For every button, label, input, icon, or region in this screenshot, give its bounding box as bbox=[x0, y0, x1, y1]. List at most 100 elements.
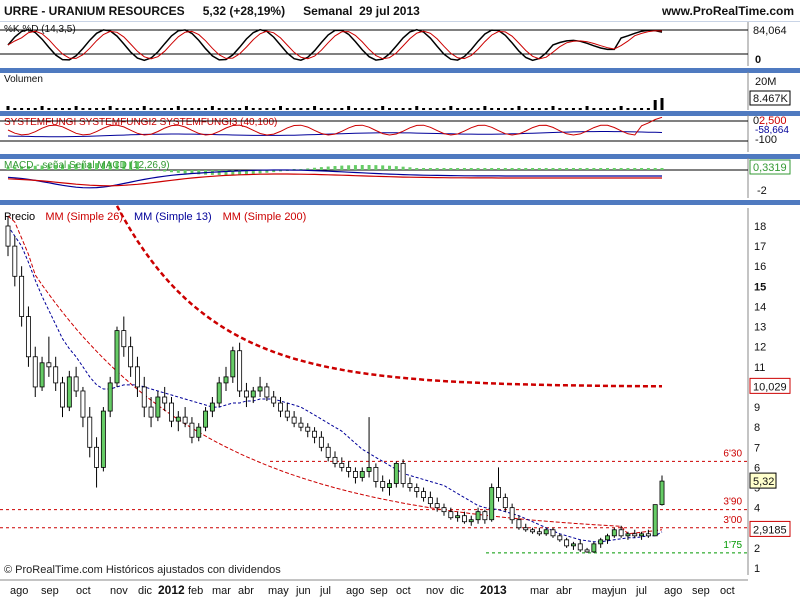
volume-bar bbox=[272, 108, 276, 110]
price-ytick-1: 1 bbox=[754, 563, 760, 575]
x-label-22: jul bbox=[635, 585, 647, 597]
macd-hist-bar bbox=[626, 168, 630, 170]
candle-body bbox=[5, 225, 11, 247]
price-ytick-14: 14 bbox=[754, 301, 766, 313]
ma13-line bbox=[7, 225, 663, 543]
volume-bar bbox=[238, 108, 242, 110]
candle-body bbox=[162, 396, 168, 404]
x-label-14: oct bbox=[396, 585, 411, 597]
x-label-16: dic bbox=[450, 585, 465, 597]
candle-body bbox=[598, 539, 604, 545]
candle-body bbox=[339, 462, 345, 468]
volume-bar bbox=[619, 106, 623, 110]
systemfungi-title: SYSTEMFUNGI SYSTEMFUNGI2 SYSTEMFUNGI3 (4… bbox=[4, 117, 277, 128]
macd-hist-bar bbox=[653, 168, 657, 170]
volume-bar bbox=[633, 108, 637, 110]
volume-bar bbox=[360, 108, 364, 110]
macd-hist-bar bbox=[360, 165, 364, 170]
x-label-19: abr bbox=[556, 585, 572, 597]
candle-body bbox=[60, 382, 65, 408]
macd-hist-bar bbox=[456, 168, 460, 170]
volume-bar bbox=[319, 108, 323, 110]
macd-hist-bar bbox=[510, 168, 514, 170]
volume-bar bbox=[578, 108, 582, 110]
macd-hist-bar bbox=[537, 168, 541, 170]
volume-bar bbox=[183, 108, 187, 110]
candle-body bbox=[94, 446, 100, 468]
candle-body bbox=[543, 529, 549, 535]
candle-body bbox=[393, 462, 399, 484]
macd-hist-bar bbox=[313, 167, 317, 170]
candle-body bbox=[175, 416, 181, 422]
macd-hist-bar bbox=[606, 168, 609, 170]
x-label-7: mar bbox=[212, 585, 231, 597]
candle-body bbox=[73, 376, 79, 392]
candle-body bbox=[134, 366, 140, 388]
volume-bar bbox=[653, 100, 657, 110]
candle-body bbox=[305, 426, 311, 432]
macd-hist-bar bbox=[646, 168, 650, 170]
candle-body bbox=[509, 507, 515, 521]
volume-bar bbox=[640, 108, 644, 110]
volume-tick-20m: 20M bbox=[755, 76, 776, 88]
price-ytick-2: 2 bbox=[754, 543, 760, 555]
macd-hist-bar bbox=[306, 168, 310, 170]
x-label-8: abr bbox=[238, 585, 254, 597]
macd-last-label: 0,3319 bbox=[753, 162, 787, 174]
x-label-15: nov bbox=[426, 585, 444, 597]
x-label-9: may bbox=[268, 585, 289, 597]
volume-bar bbox=[210, 106, 214, 110]
candle-body bbox=[564, 539, 570, 547]
candle-body bbox=[298, 422, 304, 428]
fungi-label-neg: -58,664 bbox=[755, 125, 789, 136]
volume-bar bbox=[388, 108, 391, 110]
volume-bar bbox=[626, 108, 630, 110]
candle-body bbox=[652, 504, 658, 537]
stoch-tick-zero: 0 bbox=[755, 54, 761, 66]
candle-body bbox=[618, 529, 624, 537]
volume-bar bbox=[353, 108, 357, 110]
volume-bar bbox=[142, 106, 146, 110]
volume-bar bbox=[217, 108, 221, 110]
panel-separator-4 bbox=[0, 200, 800, 205]
volume-bar bbox=[401, 108, 405, 110]
volume-bar bbox=[88, 108, 92, 110]
candle-body bbox=[346, 467, 352, 472]
candle-body bbox=[461, 515, 467, 523]
volume-bar bbox=[606, 108, 609, 110]
candle-body bbox=[434, 503, 440, 509]
macd-hist-bar bbox=[585, 168, 589, 170]
x-label-20: may bbox=[592, 585, 613, 597]
candle-body bbox=[659, 480, 665, 506]
candle-body bbox=[448, 511, 454, 519]
volume-bar bbox=[408, 108, 412, 110]
price-ytick-11: 11 bbox=[754, 362, 765, 374]
candle-body bbox=[591, 543, 597, 553]
candle-body bbox=[121, 330, 127, 348]
candle-body bbox=[475, 511, 481, 521]
candle-body bbox=[19, 275, 25, 317]
candle-body bbox=[284, 410, 290, 418]
volume-bar bbox=[156, 108, 160, 110]
macd-hist-bar bbox=[381, 165, 385, 170]
volume-bar bbox=[599, 108, 603, 110]
candle-body bbox=[148, 406, 154, 418]
candle-body bbox=[550, 529, 556, 537]
candle-body bbox=[128, 346, 134, 368]
volume-bar bbox=[67, 108, 71, 110]
x-label-4: dic bbox=[138, 585, 153, 597]
volume-bar bbox=[442, 108, 446, 110]
x-label-18: mar bbox=[530, 585, 549, 597]
candle-body bbox=[570, 543, 576, 547]
volume-bar bbox=[347, 106, 351, 110]
price-ytick-15: 15 bbox=[754, 281, 766, 293]
volume-bar bbox=[108, 106, 112, 110]
macd-hist-bar bbox=[340, 165, 344, 170]
volume-bar bbox=[394, 108, 398, 110]
candle-body bbox=[80, 390, 86, 418]
volume-bar bbox=[449, 106, 453, 110]
x-label-23: ago bbox=[664, 585, 682, 597]
candle-body bbox=[516, 519, 522, 529]
chart-canvas[interactable]: %K %D (14,3,5) 84,0640Volumen 20M8.467KSYS… bbox=[0, 0, 800, 600]
x-label-21: jun bbox=[611, 585, 627, 597]
